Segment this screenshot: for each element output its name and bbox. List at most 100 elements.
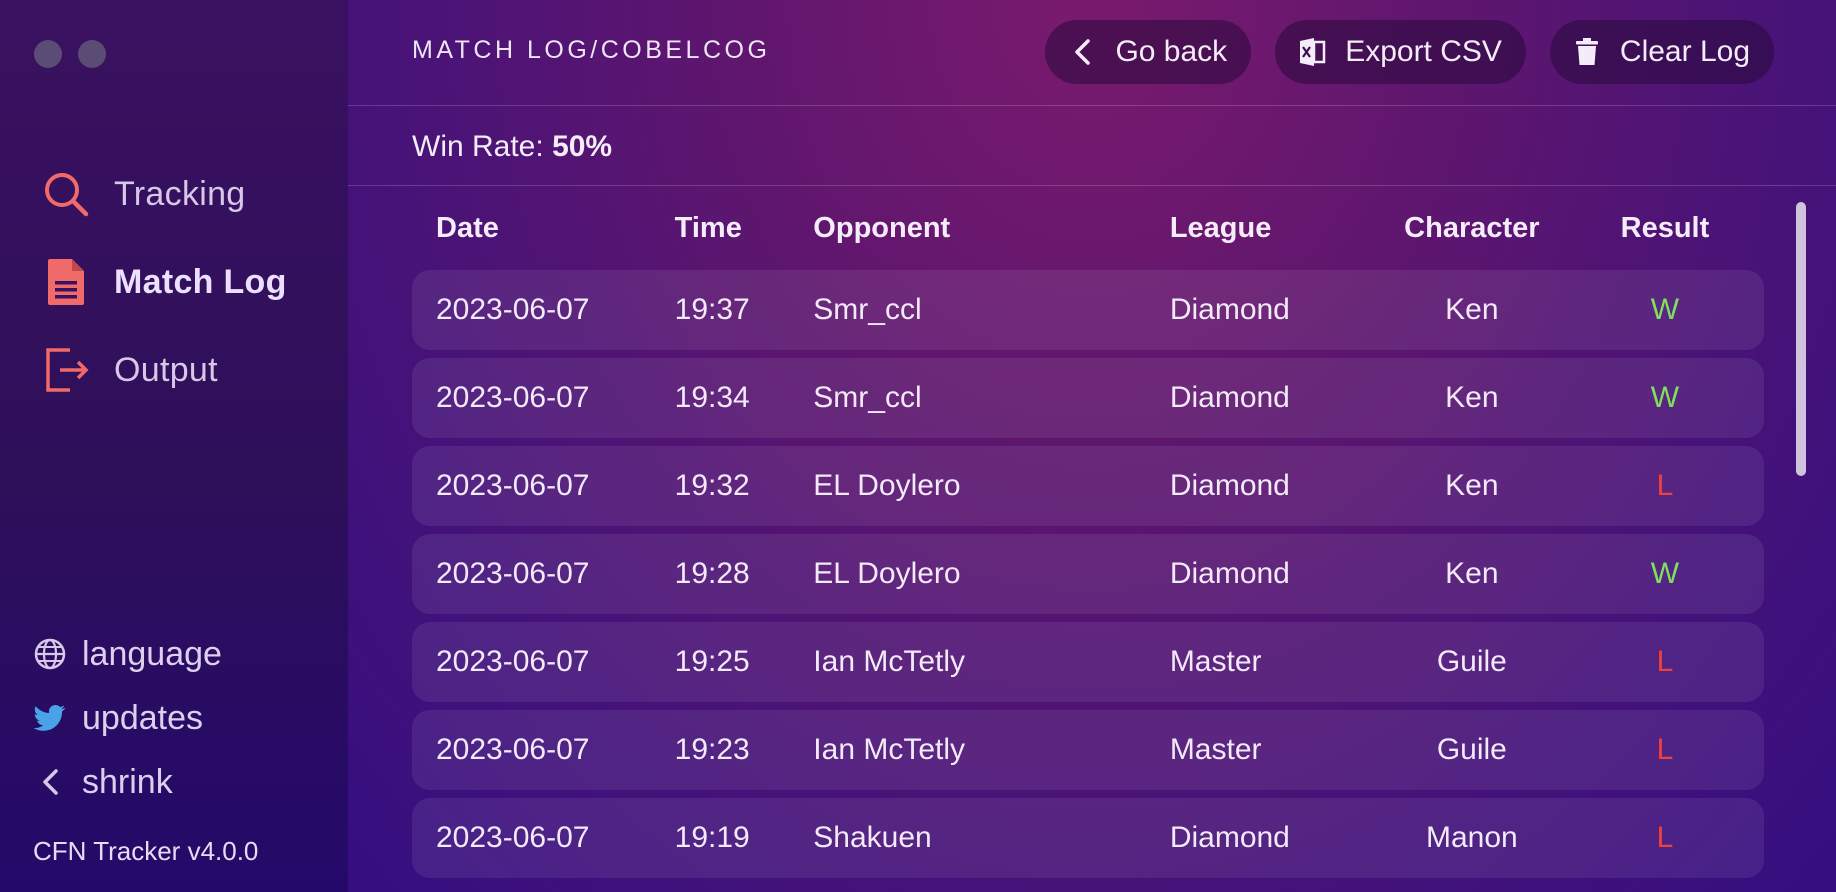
cell-result: L bbox=[1656, 733, 1674, 766]
sidebar-item-label: Output bbox=[114, 350, 218, 389]
win-rate-label: Win Rate: bbox=[412, 130, 544, 163]
table-row[interactable]: 2023-06-07 19:23 Ian McTetly Master Guil… bbox=[412, 710, 1764, 790]
cell-league: Master bbox=[1169, 645, 1262, 678]
trash-icon bbox=[1572, 37, 1602, 67]
cell-opponent: EL Doylero bbox=[813, 469, 961, 502]
cell-league: Diamond bbox=[1169, 381, 1290, 414]
sidebar-item-match-log[interactable]: Match Log bbox=[40, 238, 287, 326]
main-panel: MATCH LOG/COBELCOG Go back Export CSV Cl… bbox=[348, 0, 1836, 892]
export-csv-button[interactable]: Export CSV bbox=[1275, 20, 1526, 84]
app-version: CFN Tracker v4.0.0 bbox=[33, 836, 259, 866]
stats-bar: Win Rate: 50% bbox=[348, 106, 1836, 186]
sidebar-item-output[interactable]: Output bbox=[40, 326, 287, 414]
cell-league: Master bbox=[1169, 733, 1262, 766]
cell-date: 2023-06-07 bbox=[436, 821, 590, 854]
export-csv-label: Export CSV bbox=[1345, 35, 1502, 68]
updates-link[interactable]: updates bbox=[32, 686, 222, 750]
go-back-button[interactable]: Go back bbox=[1045, 20, 1252, 84]
cell-date: 2023-06-07 bbox=[436, 381, 590, 414]
cell-date: 2023-06-07 bbox=[436, 469, 590, 502]
cell-opponent: Smr_ccl bbox=[813, 381, 922, 414]
window-dot-minimize[interactable] bbox=[78, 40, 106, 68]
cell-character: Manon bbox=[1425, 821, 1518, 854]
cell-character: Ken bbox=[1445, 293, 1499, 326]
win-rate: Win Rate: 50% bbox=[412, 130, 612, 164]
header-actions: Go back Export CSV Clear Log bbox=[1045, 20, 1774, 84]
cell-date: 2023-06-07 bbox=[436, 557, 590, 590]
cell-result: L bbox=[1656, 821, 1674, 854]
cell-character: Ken bbox=[1445, 381, 1499, 414]
table-header: Date Time Opponent League Character Resu… bbox=[412, 186, 1764, 270]
cell-result: L bbox=[1656, 645, 1674, 678]
cell-league: Diamond bbox=[1169, 469, 1290, 502]
cell-time: 19:28 bbox=[674, 557, 750, 590]
globe-icon bbox=[32, 636, 68, 672]
column-header-date: Date bbox=[436, 211, 499, 244]
table-row[interactable]: 2023-06-07 19:25 Ian McTetly Master Guil… bbox=[412, 622, 1764, 702]
cell-character: Ken bbox=[1445, 557, 1499, 590]
window-dot-close[interactable] bbox=[34, 40, 62, 68]
cell-result: W bbox=[1650, 381, 1680, 414]
cell-opponent: Smr_ccl bbox=[813, 293, 922, 326]
clear-log-button[interactable]: Clear Log bbox=[1549, 20, 1774, 84]
table-row[interactable]: 2023-06-07 19:37 Smr_ccl Diamond Ken W bbox=[412, 270, 1764, 350]
cell-time: 19:19 bbox=[674, 821, 750, 854]
cell-result: L bbox=[1656, 469, 1674, 502]
column-header-result: Result bbox=[1620, 211, 1710, 244]
cell-date: 2023-06-07 bbox=[436, 733, 590, 766]
sidebar-item-label: Match Log bbox=[114, 262, 287, 301]
cell-league: Diamond bbox=[1169, 293, 1290, 326]
table-scrollbar[interactable] bbox=[1796, 202, 1806, 476]
cell-character: Guile bbox=[1436, 645, 1507, 678]
chevron-left-icon bbox=[32, 764, 68, 800]
cell-character: Ken bbox=[1445, 469, 1499, 502]
cell-character: Guile bbox=[1436, 733, 1507, 766]
breadcrumb: MATCH LOG/COBELCOG bbox=[412, 36, 771, 64]
shrink-link[interactable]: shrink bbox=[32, 750, 222, 814]
cell-opponent: Ian McTetly bbox=[813, 645, 966, 678]
cell-time: 19:23 bbox=[674, 733, 750, 766]
document-icon bbox=[40, 256, 92, 308]
table-row[interactable]: 2023-06-07 19:34 Smr_ccl Diamond Ken W bbox=[412, 358, 1764, 438]
sidebar-nav: Tracking Match Log Output bbox=[40, 150, 287, 414]
sidebar: Tracking Match Log Output language updat… bbox=[0, 0, 348, 892]
sidebar-links: language updates shrink bbox=[32, 622, 222, 814]
clear-log-label: Clear Log bbox=[1619, 35, 1750, 68]
column-header-character: Character bbox=[1404, 211, 1540, 244]
twitter-icon bbox=[32, 700, 68, 736]
cell-result: W bbox=[1650, 557, 1680, 590]
updates-label: updates bbox=[82, 698, 203, 737]
cell-opponent: Shakuen bbox=[813, 821, 932, 854]
search-icon bbox=[40, 168, 92, 220]
win-rate-value: 50% bbox=[552, 130, 613, 163]
cell-date: 2023-06-07 bbox=[436, 293, 590, 326]
cell-result: W bbox=[1650, 293, 1680, 326]
shrink-label: shrink bbox=[82, 762, 173, 801]
cell-time: 19:25 bbox=[674, 645, 750, 678]
cell-time: 19:37 bbox=[674, 293, 750, 326]
table-row[interactable]: 2023-06-07 19:32 EL Doylero Diamond Ken … bbox=[412, 446, 1764, 526]
match-table: Date Time Opponent League Character Resu… bbox=[412, 186, 1764, 886]
chevron-left-icon bbox=[1067, 37, 1097, 67]
window-controls bbox=[34, 40, 106, 68]
language-label: language bbox=[82, 634, 222, 673]
header: MATCH LOG/COBELCOG Go back Export CSV Cl… bbox=[348, 0, 1836, 106]
sidebar-item-label: Tracking bbox=[114, 174, 246, 213]
column-header-league: League bbox=[1169, 211, 1272, 244]
column-header-time: Time bbox=[674, 211, 742, 244]
cell-league: Diamond bbox=[1169, 557, 1290, 590]
sidebar-item-tracking[interactable]: Tracking bbox=[40, 150, 287, 238]
cell-date: 2023-06-07 bbox=[436, 645, 590, 678]
excel-icon bbox=[1297, 37, 1327, 67]
cell-league: Diamond bbox=[1169, 821, 1290, 854]
table-row[interactable]: 2023-06-07 19:19 Shakuen Diamond Manon L bbox=[412, 798, 1764, 878]
cell-opponent: EL Doylero bbox=[813, 557, 961, 590]
cell-time: 19:32 bbox=[674, 469, 750, 502]
language-link[interactable]: language bbox=[32, 622, 222, 686]
column-header-opponent: Opponent bbox=[813, 211, 951, 244]
go-back-label: Go back bbox=[1115, 35, 1228, 68]
cell-opponent: Ian McTetly bbox=[813, 733, 966, 766]
table-row[interactable]: 2023-06-07 19:28 EL Doylero Diamond Ken … bbox=[412, 534, 1764, 614]
export-icon bbox=[40, 344, 92, 396]
cell-time: 19:34 bbox=[674, 381, 750, 414]
